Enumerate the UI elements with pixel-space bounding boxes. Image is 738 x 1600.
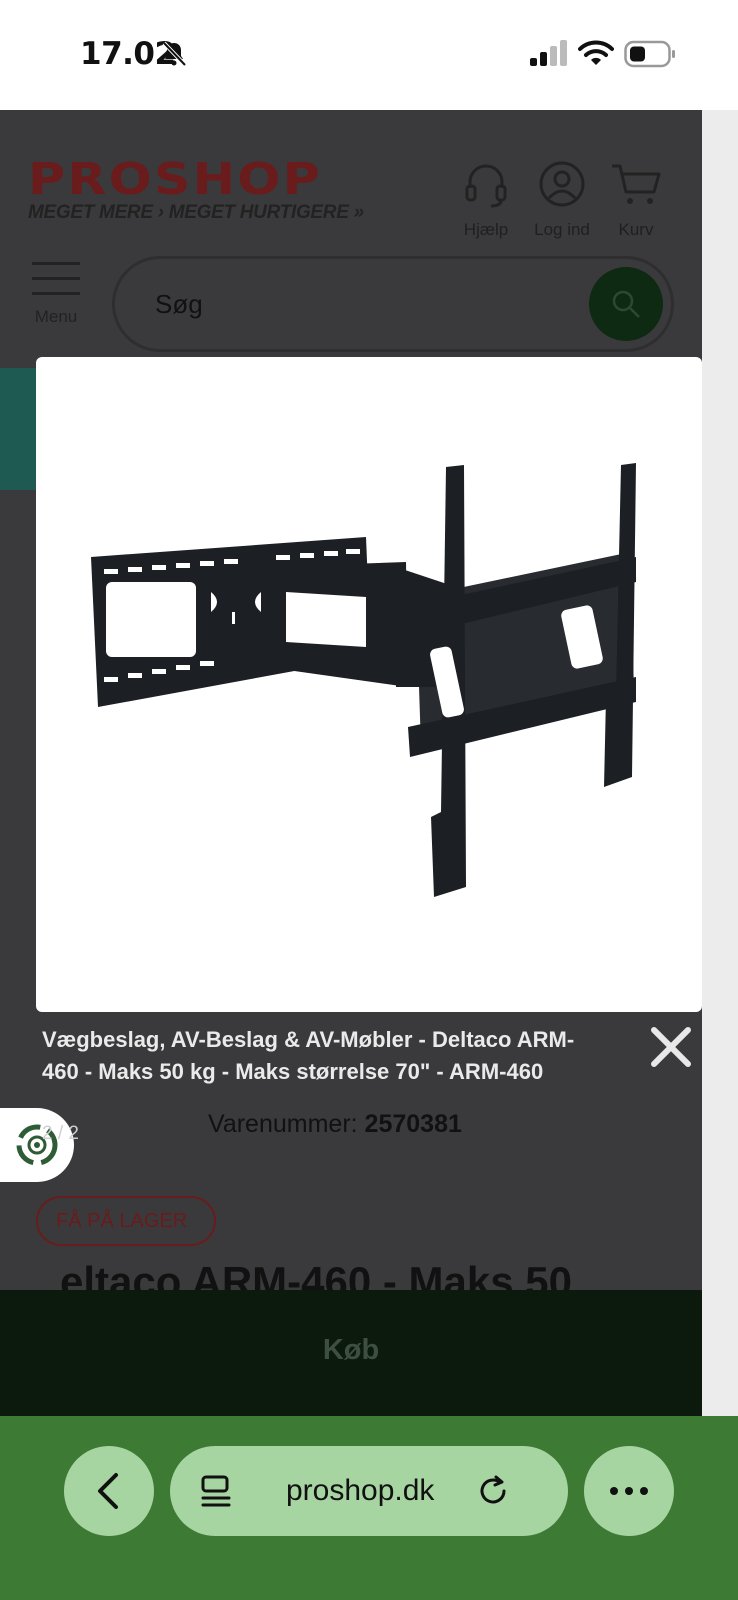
cart-icon	[612, 164, 661, 204]
address-bar[interactable]: proshop.dk	[170, 1446, 568, 1536]
search-button[interactable]	[589, 267, 663, 341]
buy-button[interactable]: Køb	[0, 1290, 702, 1416]
chevron-left-icon	[98, 1473, 118, 1509]
url-text: proshop.dk	[286, 1474, 435, 1507]
login-button[interactable]: Log ind	[522, 160, 602, 240]
recycle-badge[interactable]	[0, 1108, 74, 1182]
login-label: Log ind	[534, 220, 590, 239]
close-icon[interactable]	[646, 1022, 696, 1072]
wifi-icon	[578, 40, 614, 65]
ellipsis-icon	[610, 1487, 648, 1495]
background-banner	[0, 368, 36, 490]
buy-label: Køb	[322, 1334, 380, 1366]
tagline: MEGET MERE › MEGET HURTIGERE »	[28, 202, 364, 223]
hamburger-icon-bar	[32, 292, 80, 295]
cellular-signal-icon	[530, 40, 567, 66]
help-button[interactable]: Hjælp	[446, 160, 526, 240]
hamburger-icon	[32, 262, 80, 265]
user-icon	[539, 161, 585, 207]
headset-icon	[465, 164, 507, 208]
logo-text: PROSHOP	[28, 154, 323, 205]
browser-toolbar: proshop.dk	[0, 1416, 738, 1600]
hamburger-icon-bar	[32, 277, 80, 280]
lightbox-counter: 2 / 2	[42, 1123, 79, 1144]
menu-label: Menu	[34, 307, 78, 326]
cart-button[interactable]: Kurv	[596, 160, 676, 240]
menu-button[interactable]: Menu	[26, 262, 86, 327]
tv-wall-mount-image	[91, 463, 636, 897]
proshop-logo[interactable]: PROSHOP	[28, 158, 448, 202]
tab-overview-icon	[201, 1475, 231, 1507]
search-field[interactable]: Søg	[112, 256, 674, 352]
bell-muted-icon	[162, 41, 187, 67]
help-label: Hjælp	[463, 220, 509, 239]
stock-badge: FÅ PÅ LAGER	[36, 1196, 216, 1246]
lightbox-caption: Vægbeslag, AV-Beslag & AV-Møbler - Delta…	[42, 1027, 575, 1084]
sku-value: 2570381	[364, 1110, 462, 1138]
battery-icon	[624, 40, 675, 68]
more-options-button[interactable]	[584, 1446, 674, 1536]
search-placeholder: Søg	[155, 289, 203, 319]
sku-label: Varenummer:	[208, 1110, 358, 1138]
search-icon	[612, 290, 640, 318]
sku-line: Varenummer: 2570381	[208, 1110, 462, 1139]
back-button[interactable]	[64, 1446, 154, 1536]
lightbox-image-panel	[36, 357, 702, 1012]
cart-label: Kurv	[618, 220, 654, 239]
reload-icon[interactable]	[476, 1474, 510, 1508]
page-edge	[702, 110, 738, 1416]
status-bar: 17.02	[0, 0, 738, 110]
